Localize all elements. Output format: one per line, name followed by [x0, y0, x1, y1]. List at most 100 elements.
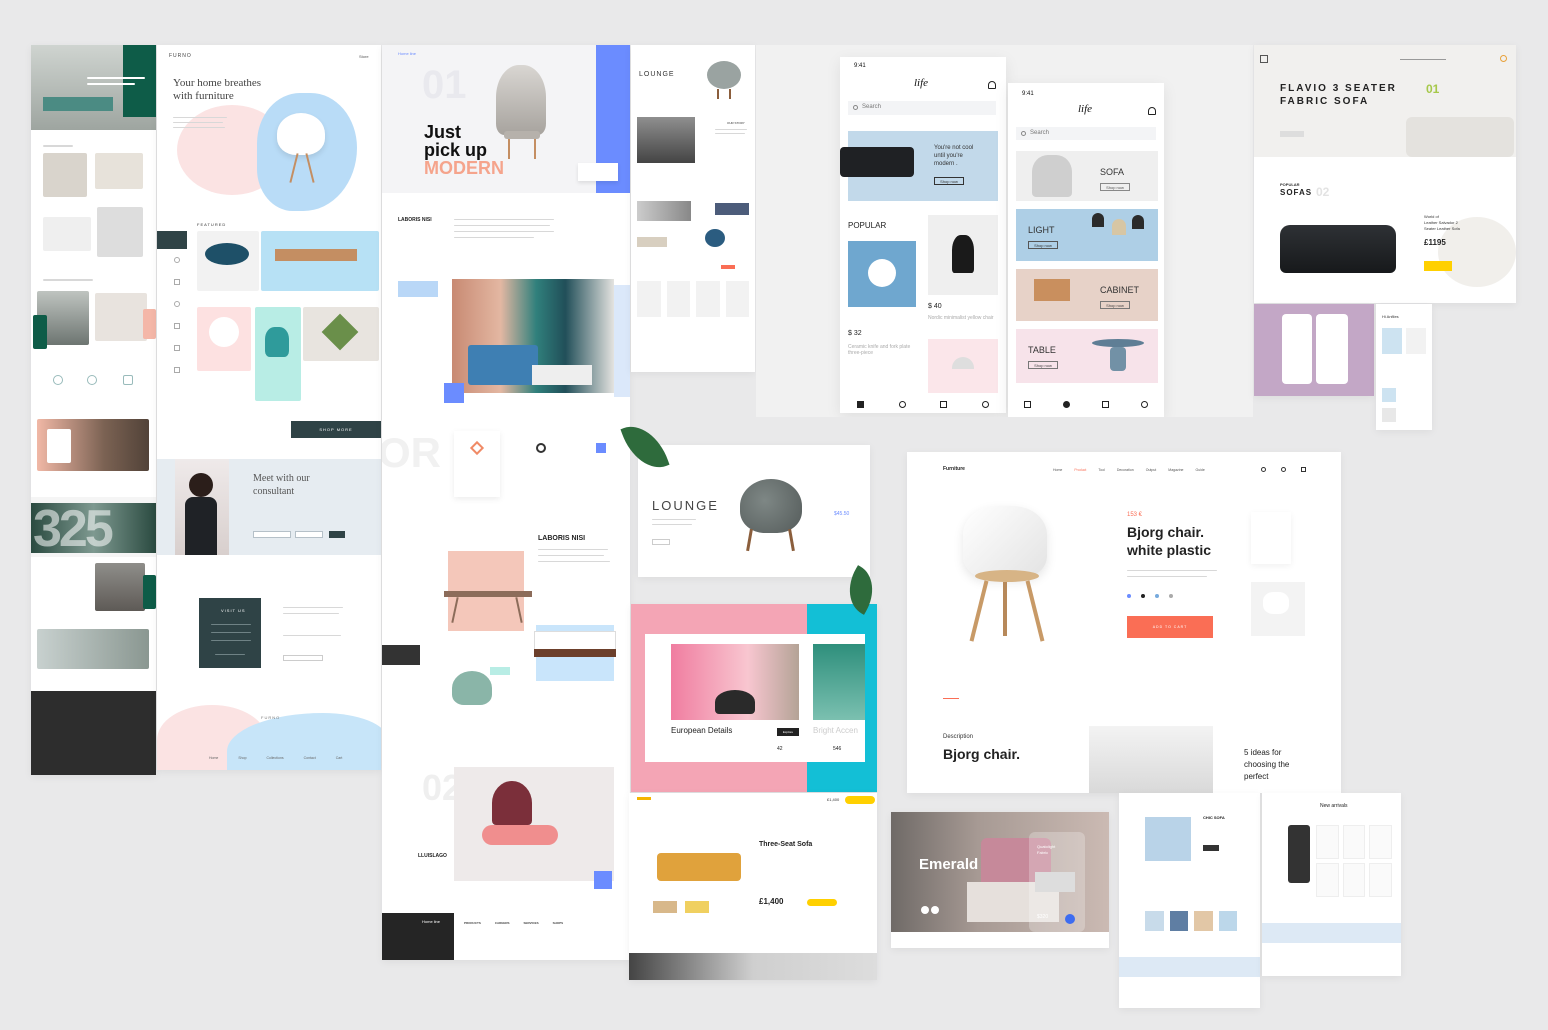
category-button[interactable]: Shop now	[1100, 183, 1130, 191]
hero-title-3: MODERN	[424, 158, 504, 178]
icon-chair[interactable]	[157, 231, 187, 249]
chair-card[interactable]	[928, 215, 998, 295]
lluislago-label: LLUISLAGO	[418, 853, 447, 859]
tab-underline[interactable]	[943, 698, 959, 699]
home-icon[interactable]	[1024, 400, 1031, 408]
category-table[interactable]: TABLE Shop now	[1016, 329, 1158, 383]
card-add-button[interactable]	[1065, 914, 1075, 924]
product-card[interactable]: Quatolight Fabric $320	[1029, 832, 1085, 932]
search-bar[interactable]: Search	[848, 101, 996, 115]
color-swatches[interactable]	[1127, 594, 1173, 598]
play-button-2[interactable]	[931, 906, 939, 914]
bell-icon[interactable]	[988, 81, 996, 89]
search-tab-icon[interactable]	[1063, 400, 1070, 408]
lounge-chair	[707, 61, 741, 89]
thumb-1[interactable]	[1251, 512, 1291, 564]
interior-photo-2	[95, 293, 147, 341]
feature-card-2[interactable]	[518, 431, 564, 497]
lounge-title-big: LOUNGE	[652, 498, 719, 513]
search-placeholder: Search	[1030, 130, 1050, 136]
hi-label: Hi Anfiles	[1382, 314, 1399, 319]
bag-icon[interactable]	[940, 400, 948, 408]
slider-nav[interactable]	[382, 645, 420, 665]
footer-link[interactable]: Home	[209, 756, 218, 760]
nav-item[interactable]: Output	[1146, 468, 1157, 472]
lounge-title: LOUNGE	[639, 71, 675, 78]
detail-button[interactable]	[652, 539, 670, 545]
cta-square[interactable]	[444, 383, 464, 403]
cart-icon[interactable]	[1301, 467, 1306, 472]
home-icon[interactable]	[857, 400, 865, 408]
footer-link[interactable]: Cart	[336, 756, 343, 760]
plate-card[interactable]	[848, 241, 916, 307]
footer-link[interactable]: Contact	[304, 756, 316, 760]
big-number: 01	[422, 63, 467, 107]
logo	[637, 797, 651, 800]
big-number-text: 325	[33, 500, 114, 558]
bag-icon[interactable]	[1102, 400, 1109, 408]
cart-icon[interactable]	[1500, 55, 1507, 62]
footer-link[interactable]: Collections	[267, 756, 284, 760]
explore-button[interactable]: Explore	[777, 728, 799, 736]
flavio-num-1: 01	[1426, 82, 1440, 96]
nav-item[interactable]: Magazine	[1168, 468, 1183, 472]
product-row	[1145, 911, 1237, 931]
promo-banner[interactable]: You're not cool until you're modern . Sh…	[840, 131, 998, 201]
search-icon[interactable]	[1281, 467, 1286, 472]
consult-submit[interactable]	[329, 531, 345, 538]
accent-title: Bright Accen	[813, 726, 858, 735]
slider-arrows[interactable]	[578, 163, 618, 181]
slider-tag[interactable]	[398, 281, 438, 297]
nav-item[interactable]: Home	[1053, 468, 1062, 472]
play-button[interactable]	[921, 906, 929, 914]
buy-button[interactable]	[1424, 261, 1452, 271]
hero-title-1: Your home breathes	[173, 77, 262, 89]
feature-card-3[interactable]	[578, 431, 624, 497]
footer-col: SERVICES	[523, 921, 539, 925]
nav-item[interactable]: Tool	[1098, 468, 1104, 472]
banner-shop-button[interactable]: Shop now	[934, 177, 964, 185]
profile-icon[interactable]	[1141, 400, 1148, 408]
chic-title: CHIC SOFA	[1203, 815, 1225, 820]
detail-button[interactable]	[1280, 131, 1304, 137]
nav-item[interactable]: Decoration	[1117, 468, 1134, 472]
visit-select[interactable]	[283, 655, 323, 661]
cart-pill[interactable]	[845, 796, 875, 804]
shop-more-button[interactable]: SHOP MORE	[291, 421, 381, 438]
emerald-title: Emerald	[919, 856, 979, 873]
lamp-card[interactable]	[928, 339, 998, 393]
category-button[interactable]: Shop now	[1028, 241, 1058, 249]
category-button[interactable]: Shop now	[1028, 361, 1058, 369]
category-light[interactable]: LIGHT Shop now	[1016, 209, 1158, 261]
logo-icon[interactable]	[1260, 55, 1268, 63]
nav-item-active[interactable]: Product	[1074, 468, 1086, 472]
user-icon[interactable]	[1261, 467, 1266, 472]
breadcrumb[interactable]: Home line	[398, 51, 416, 56]
bell-icon[interactable]	[1148, 107, 1156, 115]
product-price: £1,400	[759, 897, 784, 906]
shop-more-label: SHOP MORE	[319, 427, 353, 432]
thumbs[interactable]	[653, 901, 733, 913]
lounge-price: $45.50	[834, 511, 850, 517]
cart-link[interactable]: Store	[359, 54, 369, 59]
menu-square[interactable]	[594, 871, 612, 889]
red-button[interactable]	[721, 265, 735, 269]
consult-input[interactable]	[253, 531, 291, 538]
nav-item[interactable]: Guide	[1195, 468, 1204, 472]
category-sofa[interactable]: SOFA Shop now	[1016, 151, 1158, 201]
search-tab-icon[interactable]	[898, 400, 906, 408]
search-bar[interactable]: Search	[1016, 127, 1156, 140]
add-to-cart-button[interactable]	[807, 899, 837, 906]
profile-icon[interactable]	[981, 400, 989, 408]
category-button[interactable]: Shop now	[1100, 301, 1130, 309]
price-label: 153 €	[1127, 512, 1143, 518]
category-cabinet[interactable]: CABINET Shop now	[1016, 269, 1158, 321]
footer-link[interactable]: Shop	[238, 756, 246, 760]
consult-select[interactable]	[295, 531, 323, 538]
card-title-1: Quatolight	[1037, 844, 1056, 849]
product-bench[interactable]	[261, 231, 379, 291]
search-field[interactable]	[1400, 59, 1446, 60]
chic-button[interactable]	[1203, 845, 1219, 851]
meet-title-2: consultant	[253, 486, 295, 497]
add-to-cart-button[interactable]: ADD TO CART	[1127, 616, 1213, 638]
